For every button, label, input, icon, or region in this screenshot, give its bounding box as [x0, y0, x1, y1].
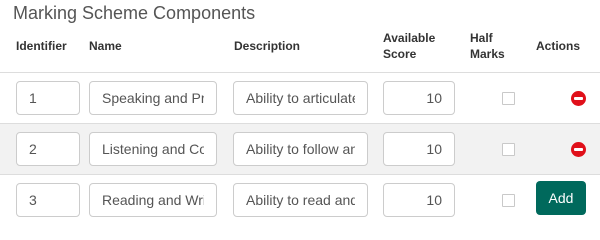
- description-input[interactable]: [233, 81, 368, 115]
- section-title: Marking Scheme Components: [13, 3, 256, 23]
- half-marks-checkbox[interactable]: [502, 92, 515, 105]
- delete-row-button[interactable]: [571, 142, 586, 157]
- name-input[interactable]: [89, 132, 217, 166]
- table-row: [0, 72, 600, 124]
- col-half-marks: Half Marks: [470, 31, 505, 61]
- score-input[interactable]: [383, 183, 455, 217]
- score-input[interactable]: [383, 132, 455, 166]
- add-row-button[interactable]: Add: [536, 181, 586, 215]
- minus-circle-icon: [574, 97, 583, 100]
- half-marks-checkbox[interactable]: [502, 194, 515, 207]
- col-actions: Actions: [536, 39, 581, 53]
- name-input[interactable]: [89, 183, 217, 217]
- identifier-input[interactable]: [16, 81, 80, 115]
- description-input[interactable]: [233, 132, 368, 166]
- minus-circle-icon: [574, 148, 583, 151]
- col-name: Name: [89, 39, 122, 53]
- identifier-input[interactable]: [16, 183, 80, 217]
- name-input[interactable]: [89, 81, 217, 115]
- col-available-score: Available Score: [383, 31, 436, 61]
- delete-row-button[interactable]: [571, 91, 586, 106]
- col-identifier: Identifier: [16, 39, 67, 53]
- identifier-input[interactable]: [16, 132, 80, 166]
- half-marks-checkbox[interactable]: [502, 143, 515, 156]
- description-input[interactable]: [233, 183, 368, 217]
- table-row: [0, 123, 600, 175]
- table-row: Add: [0, 174, 600, 226]
- score-input[interactable]: [383, 81, 455, 115]
- table-header: Identifier Name Description Available Sc…: [0, 28, 600, 74]
- col-description: Description: [234, 39, 301, 53]
